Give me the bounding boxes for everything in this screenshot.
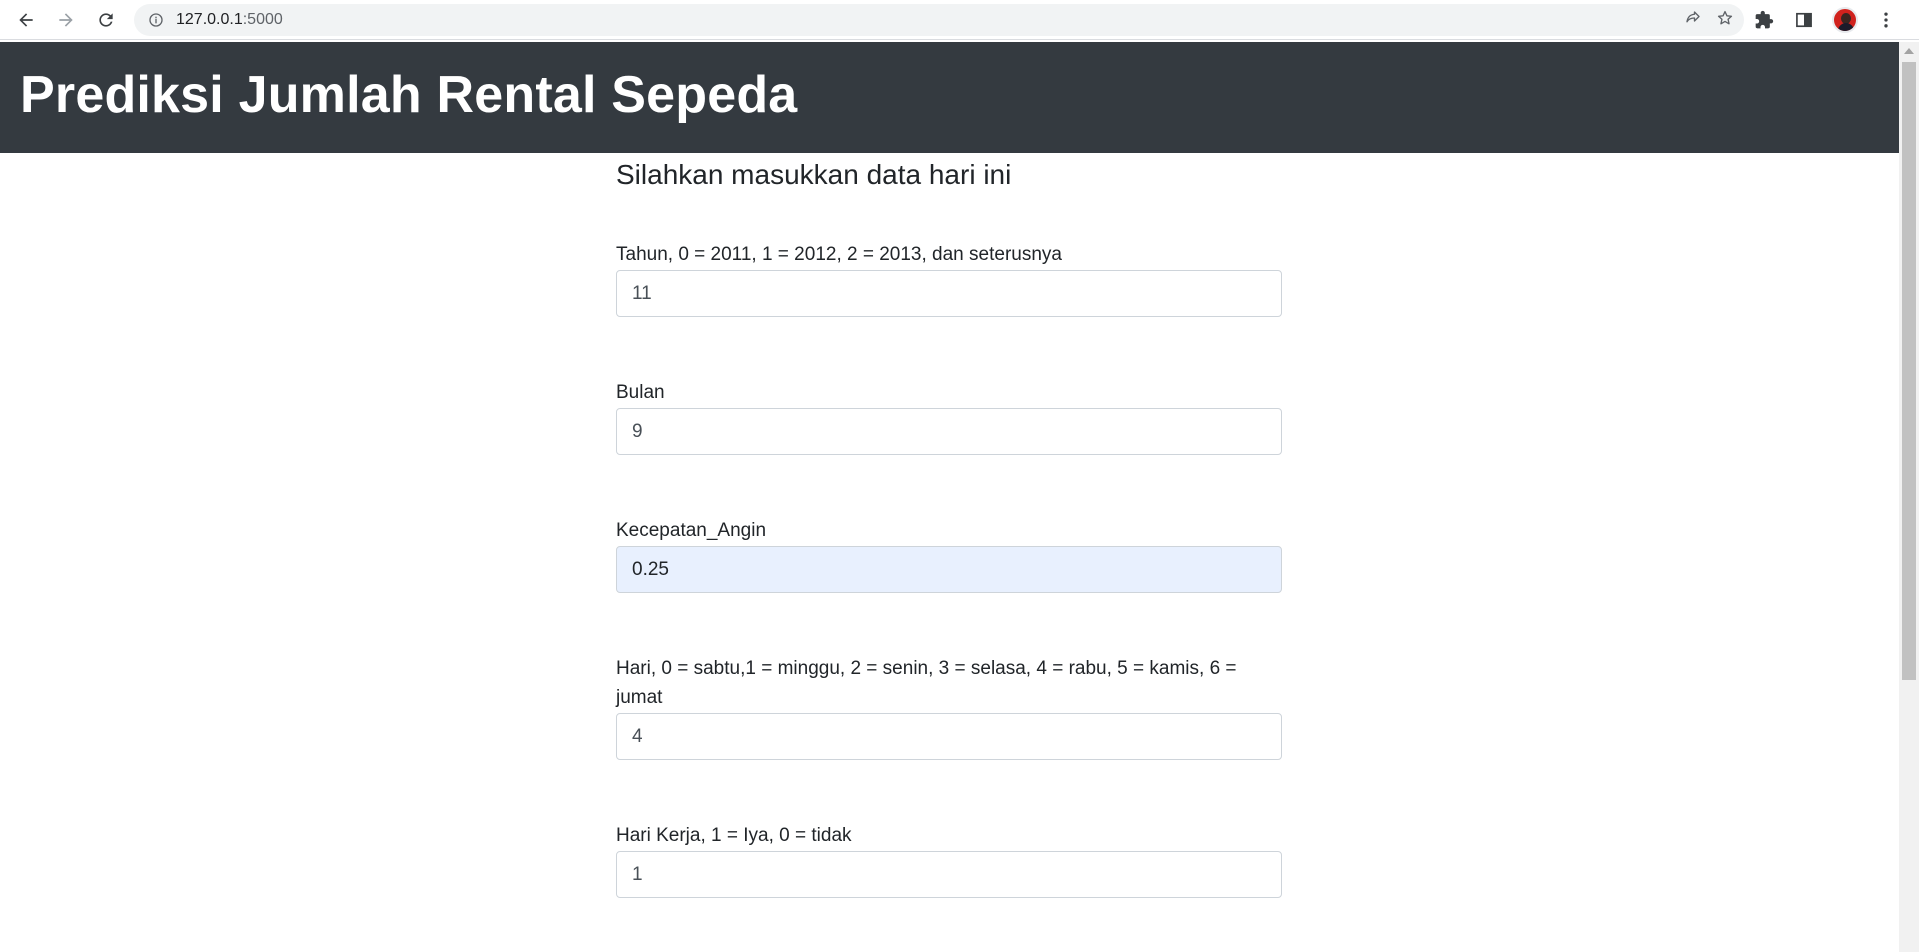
hari-kerja-input[interactable] bbox=[616, 851, 1282, 898]
field-bulan-label: Bulan bbox=[616, 382, 665, 403]
page-header: Prediksi Jumlah Rental Sepeda bbox=[0, 42, 1899, 153]
back-icon[interactable] bbox=[8, 2, 44, 38]
forward-icon[interactable] bbox=[48, 2, 84, 38]
field-tahun-label: Tahun, 0 = 2011, 1 = 2012, 2 = 2013, dan… bbox=[616, 244, 1062, 265]
field-tahun: Tahun, 0 = 2011, 1 = 2012, 2 = 2013, dan… bbox=[616, 240, 1282, 317]
info-icon[interactable] bbox=[148, 12, 164, 28]
menu-kebab-icon[interactable] bbox=[1874, 8, 1898, 32]
vertical-scrollbar[interactable] bbox=[1899, 42, 1919, 952]
form-subtitle: Silahkan masukkan data hari ini bbox=[616, 159, 1012, 190]
hari-input[interactable] bbox=[616, 713, 1282, 760]
bookmark-star-icon[interactable] bbox=[1716, 9, 1734, 32]
field-hari-kerja-label: Hari Kerja, 1 = Iya, 0 = tidak bbox=[616, 825, 852, 846]
field-hari-label: Hari, 0 = sabtu,1 = minggu, 2 = senin, 3… bbox=[616, 658, 1237, 708]
tahun-input[interactable] bbox=[616, 270, 1282, 317]
reload-icon[interactable] bbox=[88, 2, 124, 38]
share-icon[interactable] bbox=[1684, 9, 1702, 32]
browser-toolbar: 127.0.0.1:5000 bbox=[0, 0, 1919, 40]
field-hari-kerja: Hari Kerja, 1 = Iya, 0 = tidak bbox=[616, 821, 1282, 898]
field-hari: Hari, 0 = sabtu,1 = minggu, 2 = senin, 3… bbox=[616, 654, 1282, 760]
scroll-up-arrow-icon[interactable] bbox=[1904, 48, 1914, 54]
address-bar[interactable]: 127.0.0.1:5000 bbox=[134, 4, 1744, 36]
scrollbar-thumb[interactable] bbox=[1902, 62, 1916, 680]
page-title: Prediksi Jumlah Rental Sepeda bbox=[20, 66, 798, 124]
url-text: 127.0.0.1:5000 bbox=[176, 11, 283, 29]
kecepatan-angin-input[interactable] bbox=[616, 546, 1282, 593]
field-bulan: Bulan bbox=[616, 378, 1282, 455]
profile-avatar[interactable] bbox=[1832, 7, 1858, 33]
url-host: 127.0.0.1 bbox=[176, 11, 243, 28]
field-kecepatan-angin: Kecepatan_Angin bbox=[616, 516, 1282, 593]
url-port: :5000 bbox=[242, 11, 283, 28]
extensions-puzzle-icon[interactable] bbox=[1752, 8, 1776, 32]
field-kecepatan-angin-label: Kecepatan_Angin bbox=[616, 520, 767, 541]
side-panel-icon[interactable] bbox=[1792, 8, 1816, 32]
bulan-input[interactable] bbox=[616, 408, 1282, 455]
